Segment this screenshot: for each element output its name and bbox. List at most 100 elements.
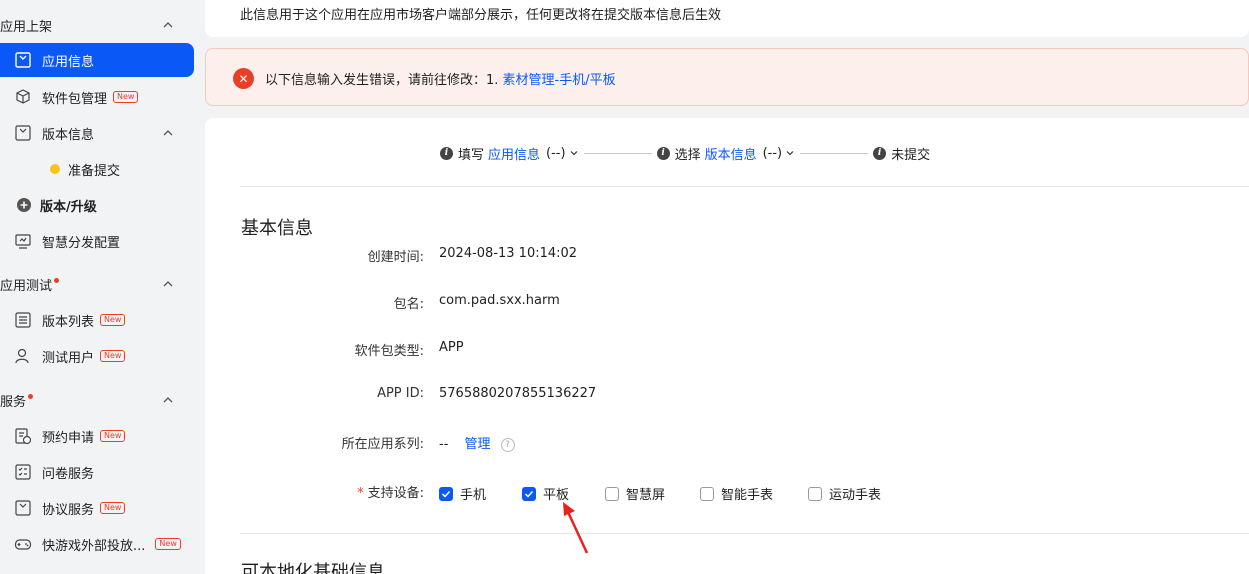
help-icon[interactable]: ? (500, 437, 515, 452)
chevron-up-icon (163, 130, 173, 136)
sidebar-item-label: 软件包管理 (42, 91, 108, 107)
gamepad-icon (14, 539, 32, 550)
divider (240, 533, 1249, 534)
section-app-testing[interactable]: 应用测试 (0, 272, 190, 296)
section-app-testing-label: 应用测试 (0, 278, 53, 294)
app-series-value: -- 管理 ? (439, 433, 515, 452)
sidebar-item-version-upgrade[interactable]: 版本/升级 (0, 188, 194, 222)
new-badge: New (155, 538, 181, 550)
checkbox-checked-icon[interactable] (522, 486, 536, 501)
new-badge: New (100, 430, 126, 442)
survey-icon (15, 464, 31, 480)
sidebar-item-version-info[interactable]: 版本信息 (0, 116, 194, 150)
section-app-listing-label: 应用上架 (0, 19, 53, 35)
new-badge: New (113, 91, 139, 103)
step1-prefix: 填写 (458, 147, 485, 163)
reservation-icon (15, 428, 32, 445)
package-type-label: 软件包类型: (354, 344, 424, 359)
device-label: 智能手表 (721, 488, 774, 503)
annotation-arrow-icon (563, 502, 589, 554)
device-checkbox-smart-screen[interactable]: 智慧屏 (605, 484, 665, 503)
list-icon (15, 312, 31, 328)
sidebar-subitem-prepare[interactable]: 准备提交 (50, 157, 120, 181)
device-checkbox-smart-watch[interactable]: 智能手表 (700, 484, 773, 503)
sidebar-item-survey[interactable]: 问卷服务 (0, 455, 194, 489)
sidebar-item-agreement[interactable]: 协议服务 New (0, 491, 194, 525)
error-close-icon: ✕ (233, 68, 254, 89)
section-title-basic: 基本信息 (241, 218, 313, 239)
sidebar-item-label: 应用信息 (42, 54, 95, 70)
sidebar: 应用上架 应用信息 软件包管理 New 版本信息 准备提交 版本/升级 智慧分发… (0, 0, 200, 574)
new-badge: New (100, 502, 126, 514)
section-title-localized: 可本地化基础信息 (241, 562, 385, 574)
app-id-label: APP ID: (377, 386, 424, 401)
step2-link[interactable]: 版本信息 (705, 144, 757, 163)
chevron-down-icon[interactable] (569, 148, 579, 158)
step3-label: 未提交 (891, 147, 931, 163)
sidebar-item-label: 版本列表 (42, 314, 95, 330)
checkbox-unchecked-icon[interactable] (605, 486, 619, 501)
device-label: 智慧屏 (626, 488, 666, 503)
sidebar-subitem-label: 准备提交 (68, 163, 121, 179)
new-badge: New (100, 314, 126, 326)
step2-value: (--) (762, 145, 783, 161)
divider (240, 186, 1249, 187)
info-icon: i (440, 146, 453, 160)
section-services-label: 服务 (0, 394, 27, 410)
chevron-up-icon (163, 397, 173, 403)
device-checkbox-sports-watch[interactable]: 运动手表 (808, 484, 881, 503)
version-icon (15, 125, 31, 141)
created-time-label: 创建时间: (367, 250, 424, 265)
sidebar-item-app-info[interactable]: 应用信息 (0, 43, 194, 77)
section-services[interactable]: 服务 (0, 388, 190, 412)
sidebar-item-label: 快游戏外部投放... (42, 538, 146, 554)
checkbox-checked-icon[interactable] (439, 486, 453, 501)
created-time-value: 2024-08-13 10:14:02 (439, 246, 578, 261)
new-badge: New (100, 350, 126, 362)
chevron-up-icon (163, 281, 173, 287)
main-panel: i 填写 应用信息 (--) i 选择 版本信息 (--) i 未提交 基本信息… (205, 118, 1249, 574)
sidebar-item-reservation[interactable]: 预约申请 New (0, 419, 194, 453)
manage-link[interactable]: 管理 (465, 437, 491, 452)
chevron-down-icon[interactable] (785, 148, 795, 158)
package-name-value: com.pad.sxx.harm (439, 293, 560, 308)
sidebar-item-label: 协议服务 (42, 502, 95, 518)
sidebar-item-label: 问卷服务 (42, 466, 95, 482)
sidebar-item-quick-game[interactable]: 快游戏外部投放... New (0, 527, 194, 561)
required-mark: * (357, 486, 364, 501)
app-series-label: 所在应用系列: (341, 437, 424, 452)
app-series-text: -- (439, 437, 449, 452)
supported-devices-label: * 支持设备: (357, 482, 424, 501)
error-prefix: 以下信息输入发生错误，请前往修改：1. (265, 73, 499, 88)
user-icon (15, 348, 29, 364)
package-icon (16, 89, 30, 104)
sidebar-item-test-users[interactable]: 测试用户 New (0, 339, 194, 373)
error-message: 以下信息输入发生错误，请前往修改：1. 素材管理-手机/平板 (265, 69, 616, 88)
section-app-listing[interactable]: 应用上架 (0, 13, 190, 37)
sidebar-item-label: 版本/升级 (40, 199, 97, 215)
status-dot-icon (50, 164, 60, 174)
checkbox-unchecked-icon[interactable] (700, 486, 714, 501)
device-label: 手机 (460, 488, 487, 503)
app-id-value: 5765880207855136227 (439, 386, 597, 401)
step2-prefix: 选择 (674, 147, 701, 163)
checkbox-unchecked-icon[interactable] (808, 486, 822, 501)
sidebar-item-smart-dist[interactable]: 智慧分发配置 (0, 224, 194, 258)
package-name-label: 包名: (393, 297, 424, 312)
step1-link[interactable]: 应用信息 (488, 144, 540, 163)
sidebar-item-label: 智慧分发配置 (42, 235, 121, 251)
info-icon: i (656, 146, 670, 160)
error-alert: ✕ 以下信息输入发生错误，请前往修改：1. 素材管理-手机/平板 (205, 48, 1249, 106)
sidebar-item-label: 版本信息 (42, 127, 95, 143)
agreement-icon (15, 500, 31, 516)
step-connector (583, 152, 652, 154)
sidebar-item-version-list[interactable]: 版本列表 New (0, 303, 194, 337)
alert-dot-icon (28, 393, 34, 399)
error-link[interactable]: 素材管理-手机/平板 (503, 73, 616, 88)
sidebar-item-package[interactable]: 软件包管理 New (0, 80, 194, 114)
plus-circle-icon (17, 198, 31, 212)
device-checkbox-phone[interactable]: 手机 (439, 484, 486, 503)
alert-dot-icon (54, 277, 60, 283)
step-connector (800, 152, 869, 154)
notice-text: 此信息用于这个应用在应用市场客户端部分展示，任何更改将在提交版本信息后生效 (240, 8, 722, 23)
